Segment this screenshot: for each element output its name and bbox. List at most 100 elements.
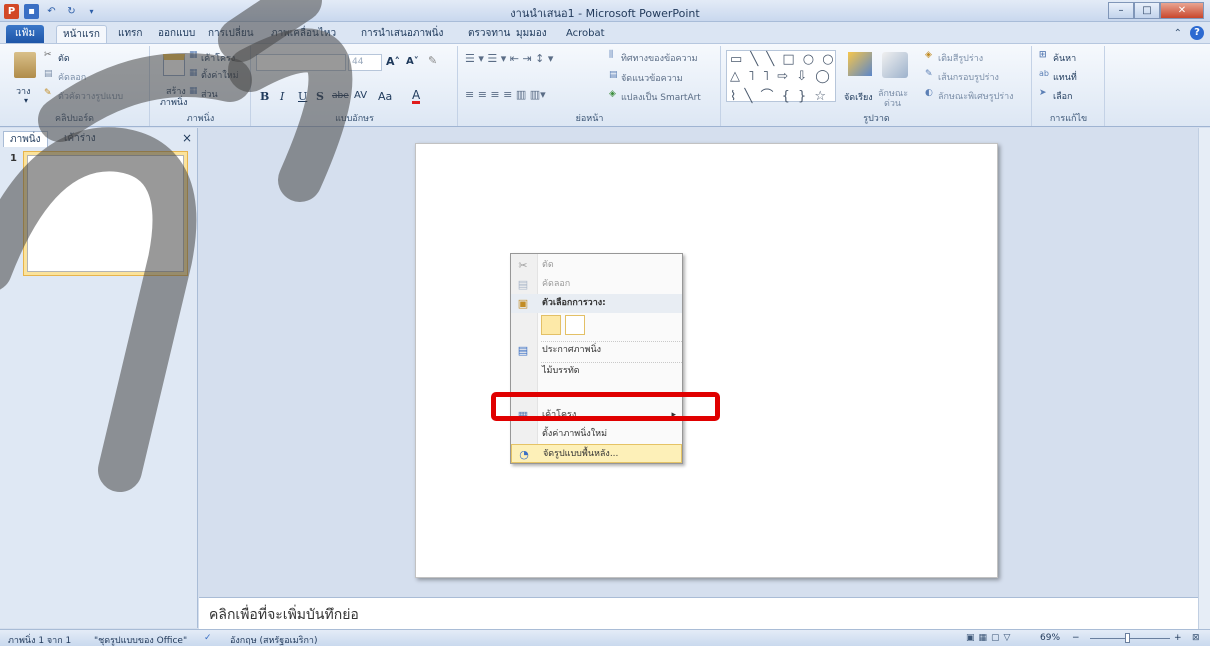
notes-placeholder: คลิกเพื่อที่จะเพิ่มบันทึกย่อ — [209, 607, 359, 623]
zoom-slider-thumb[interactable] — [1125, 633, 1130, 643]
tab-slideshow[interactable]: การนำเสนอภาพนิ่ง — [355, 25, 449, 43]
menu-header-paste-options: ▣ ตัวเลือกการวาง: — [511, 294, 682, 313]
publish-slides-icon: ▤ — [517, 344, 529, 357]
slide-count: ภาพนิ่ง 1 จาก 1 — [8, 636, 72, 646]
shape-effects-button[interactable]: ลักษณะพิเศษรูปร่าง — [938, 89, 1014, 103]
paste-option-keep-format-icon[interactable] — [541, 315, 561, 335]
shapes-row-1[interactable]: ▭ ╲ ╲ □ ○ ○ — [730, 52, 836, 67]
shapes-row-2[interactable]: △ ˥ ˥ ⇨ ⇩ ◯ — [730, 69, 832, 84]
arrange-button[interactable]: จัดเรียง — [844, 90, 873, 104]
language[interactable]: อังกฤษ (สหรัฐอเมริกา) — [230, 633, 318, 646]
shape-outline-button[interactable]: เส้นกรอบรูปร่าง — [938, 70, 999, 84]
change-case-button[interactable]: Aa — [378, 90, 392, 103]
paste-icon[interactable] — [14, 52, 36, 78]
binoculars-icon: ⊞ — [1039, 50, 1047, 60]
close-button[interactable]: ✕ — [1160, 2, 1204, 19]
bold-button[interactable]: B — [260, 90, 269, 103]
tab-slides[interactable]: ภาพนิ่ง — [3, 131, 48, 147]
status-bar: ภาพนิ่ง 1 จาก 1 "ชุดรูปแบบของ Office" ✓ … — [0, 629, 1210, 646]
quick-styles-icon[interactable] — [882, 52, 908, 78]
align-text-button[interactable]: จัดแนวข้อความ — [621, 71, 683, 85]
shape-fill-button[interactable]: เติมสีรูปร่าง — [938, 51, 983, 65]
fit-to-window-icon[interactable]: ⊠ — [1192, 633, 1200, 643]
bullets-icon[interactable]: ☰ ▾ ☰ ▾ ⇤ ⇥ ↕ ▾ — [465, 52, 553, 65]
font-name-field[interactable] — [256, 54, 346, 71]
clear-format-icon[interactable]: ✎ — [428, 54, 437, 67]
tab-home[interactable]: หน้าแรก — [56, 25, 107, 43]
vertical-scrollbar[interactable] — [1198, 128, 1210, 598]
slide-canvas[interactable] — [415, 143, 998, 578]
notes-pane[interactable]: คลิกเพื่อที่จะเพิ่มบันทึกย่อ — [199, 597, 1198, 629]
zoom-in-button[interactable]: + — [1174, 633, 1182, 643]
italic-button[interactable]: I — [280, 90, 284, 103]
char-spacing-button[interactable]: AV — [354, 90, 367, 101]
reset-button[interactable]: ตั้งค่าใหม่ — [201, 68, 239, 82]
zoom-out-button[interactable]: − — [1072, 633, 1080, 643]
slide-thumbnail-frame[interactable] — [23, 151, 188, 276]
close-pane-icon[interactable]: × — [176, 131, 198, 147]
menu-item-format-background[interactable]: ◔ จัดรูปแบบพื้นหลัง... — [511, 444, 682, 463]
tab-view[interactable]: มุมมอง — [510, 25, 553, 43]
shadow-button[interactable]: S — [316, 90, 324, 103]
shapes-row-3[interactable]: ⌇ ╲ ⌒ { } ☆ — [730, 85, 828, 104]
editing-group: ⊞ ค้นหา ab แทนที่ ➤ เลือก การแก้ไข — [1033, 46, 1105, 126]
underline-button[interactable]: U — [298, 90, 307, 103]
replace-button[interactable]: แทนที่ — [1053, 70, 1077, 84]
new-slide-icon[interactable] — [163, 54, 185, 76]
smartart-button[interactable]: แปลงเป็น SmartArt — [621, 90, 701, 104]
section-button[interactable]: ส่วน — [201, 87, 218, 101]
text-direction-button[interactable]: ทิศทางของข้อความ — [621, 51, 698, 65]
layout-button[interactable]: เค้าโครง — [201, 51, 235, 65]
editing-group-label: การแก้ไข — [1049, 114, 1088, 124]
menu-item-ruler[interactable]: ไม้บรรทัด — [511, 362, 682, 381]
tab-acrobat[interactable]: Acrobat — [560, 25, 611, 43]
shrink-font-icon[interactable]: A˅ — [406, 56, 419, 67]
shape-fill-icon: ◈ — [925, 50, 932, 60]
zoom-level[interactable]: 69% — [1040, 633, 1060, 643]
strikethrough-button[interactable]: abe — [332, 91, 349, 101]
shape-effects-icon: ◐ — [925, 88, 933, 98]
arrange-icon[interactable] — [848, 52, 872, 76]
menu-item-label: จัดรูปแบบพื้นหลัง... — [543, 449, 619, 459]
slide-number: 1 — [10, 153, 17, 164]
minimize-button[interactable]: – — [1108, 2, 1134, 19]
paste-option-picture-icon[interactable] — [565, 315, 585, 335]
tab-outline[interactable]: เค้าร่าง — [58, 131, 102, 147]
tab-file[interactable]: แฟ้ม — [6, 25, 44, 43]
window-title: งานนำเสนอ1 - Microsoft PowerPoint — [510, 7, 700, 20]
align-icons[interactable]: ≡ ≡ ≡ ≡ ▥ ▥▾ — [465, 88, 546, 101]
tab-review[interactable]: ตรวจทาน — [462, 25, 516, 43]
menu-item-copy[interactable]: ▤ คัดลอก — [511, 275, 682, 294]
ribbon: วาง ▾ ✂ ตัด ▤ คัดลอก ✎ ตัวคัดวางรูปแบบ ค… — [0, 43, 1210, 127]
copy-button[interactable]: คัดลอก — [58, 70, 86, 84]
cut-button[interactable]: ตัด — [58, 51, 70, 65]
select-button[interactable]: เลือก — [1053, 89, 1072, 103]
font-size-field[interactable]: 44 — [348, 54, 382, 71]
paste-dropdown-icon[interactable]: ▾ — [24, 96, 28, 105]
title-bar: P ▪ ↶ ↻ ▾ งานนำเสนอ1 - Microsoft PowerPo… — [0, 0, 1210, 22]
context-menu: ✂ ตัด ▤ คัดลอก ▣ ตัวเลือกการวาง: ▤ ประกา… — [510, 253, 683, 464]
notes-scrollbar[interactable] — [1198, 597, 1210, 629]
zoom-slider-track[interactable] — [1090, 638, 1170, 639]
menu-item-cut[interactable]: ✂ ตัด — [511, 256, 682, 275]
slide-thumbnail[interactable] — [27, 155, 184, 272]
menu-item-publish-slides[interactable]: ▤ ประกาศภาพนิ่ง — [511, 341, 682, 360]
spell-check-icon[interactable]: ✓ — [204, 633, 212, 643]
grow-font-icon[interactable]: A˄ — [386, 55, 400, 68]
tab-animations[interactable]: ภาพเคลื่อนไหว — [265, 25, 342, 43]
tab-insert[interactable]: แทรก — [112, 25, 148, 43]
tab-design[interactable]: ออกแบบ — [152, 25, 201, 43]
find-button[interactable]: ค้นหา — [1053, 51, 1076, 65]
theme-name[interactable]: "ชุดรูปแบบของ Office" — [94, 633, 187, 646]
tab-transitions[interactable]: การเปลี่ยน — [202, 25, 260, 43]
format-painter-button[interactable]: ตัวคัดวางรูปแบบ — [58, 89, 123, 103]
shape-outline-icon: ✎ — [925, 69, 933, 79]
font-color-button[interactable]: A — [412, 89, 421, 104]
maximize-button[interactable]: □ — [1134, 2, 1160, 19]
view-buttons-icon[interactable]: ▣▦▢▽ — [966, 633, 1014, 643]
minimize-ribbon-icon[interactable]: ⌃ — [1174, 28, 1182, 39]
help-icon[interactable]: ? — [1190, 26, 1204, 40]
menu-item-reset-slide[interactable]: ตั้งค่าภาพนิ่งใหม่ — [511, 425, 682, 444]
smartart-icon: ◈ — [609, 89, 616, 99]
paste-icon: ▣ — [517, 297, 529, 310]
